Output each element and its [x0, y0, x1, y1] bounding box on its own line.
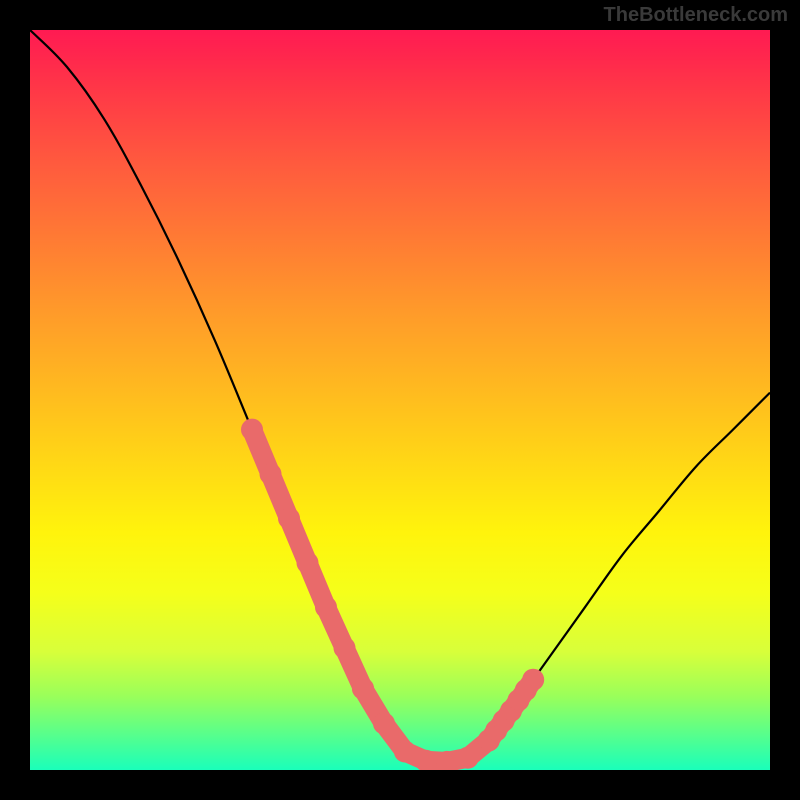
bottleneck-curve: [30, 30, 770, 763]
chart-svg: [30, 30, 770, 770]
chart-container: TheBottleneck.com: [0, 0, 800, 800]
highlighted-markers: [241, 419, 544, 770]
watermark-text: TheBottleneck.com: [604, 4, 788, 27]
